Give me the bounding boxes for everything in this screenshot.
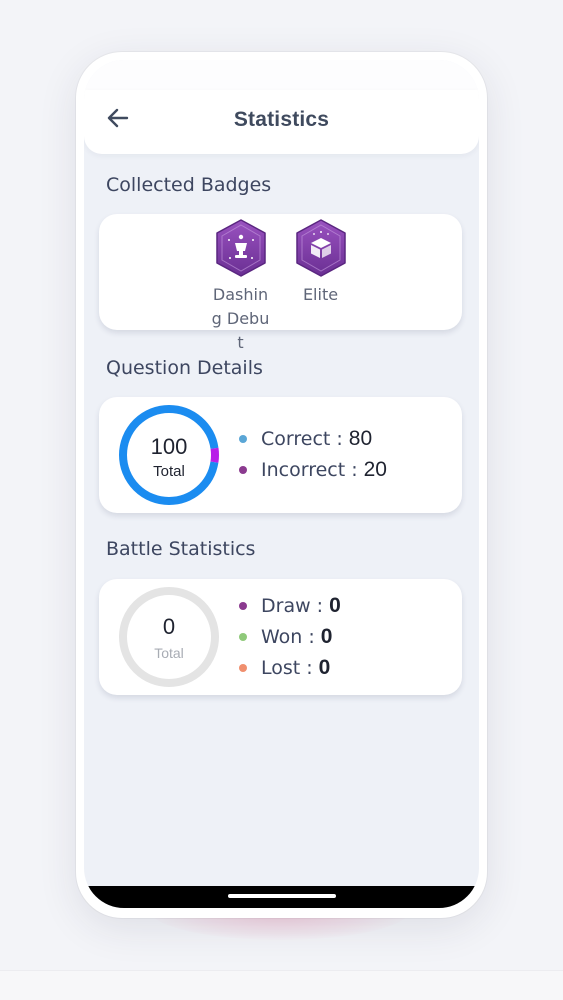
battle-donut: 0 Total: [117, 585, 221, 689]
draw-label: Draw :: [261, 594, 324, 617]
legend-draw: Draw : 0: [239, 590, 341, 621]
badges-card: Dashing Debut Elite: [99, 214, 462, 352]
correct-value: 80: [348, 426, 373, 450]
phone-frame: Statistics Collected Badges Dashing Debu…: [76, 52, 487, 918]
badges-list: Dashing Debut Elite: [99, 218, 462, 355]
legend-incorrect: Incorrect : 20: [239, 454, 387, 485]
trophy-hexagon-icon: [213, 218, 269, 278]
badge-dashing-debut[interactable]: Dashing Debut: [210, 218, 272, 355]
draw-value: 0: [329, 593, 341, 617]
correct-label: Correct :: [261, 427, 343, 450]
home-indicator[interactable]: [227, 894, 336, 898]
correct-dot: [239, 434, 247, 443]
elite-box-hexagon-icon: [293, 218, 349, 278]
legend-lost: Lost : 0: [239, 652, 341, 683]
incorrect-dot: [239, 465, 247, 474]
app-screen: Statistics Collected Badges Dashing Debu…: [84, 60, 479, 908]
legend-correct: Correct : 80: [239, 423, 387, 454]
questions-legend: Correct : 80 Incorrect : 20: [239, 423, 387, 485]
lost-label: Lost :: [261, 656, 313, 679]
lost-value: 0: [318, 655, 331, 679]
battle-total-value: 0: [162, 614, 176, 639]
page-title: Statistics: [233, 108, 330, 131]
lost-dot: [239, 663, 247, 672]
battle-statistics-card: 0 Total Draw : 0 Won : 0 Lost : 0: [99, 579, 462, 695]
badge-label: Elite: [302, 285, 339, 304]
battle-legend: Draw : 0 Won : 0 Lost : 0: [239, 590, 341, 683]
page-footer-strip: [0, 970, 563, 1000]
questions-total-label: Total: [153, 463, 185, 480]
won-label: Won :: [261, 625, 315, 648]
legend-won: Won : 0: [239, 621, 341, 652]
badges-section-title: Collected Badges: [106, 174, 272, 196]
incorrect-value: 20: [363, 457, 387, 481]
incorrect-label: Incorrect :: [261, 458, 358, 481]
draw-dot: [239, 601, 247, 610]
battle-total-label: Total: [154, 645, 184, 661]
app-bar: Statistics: [84, 90, 479, 154]
question-section-title: Question Details: [106, 357, 263, 379]
questions-donut: 100 Total: [117, 403, 221, 507]
won-dot: [239, 632, 247, 641]
questions-total-value: 100: [150, 434, 188, 459]
won-value: 0: [320, 624, 333, 648]
badge-label: Dashing Debut: [211, 285, 270, 352]
battle-section-title: Battle Statistics: [106, 538, 256, 560]
badge-elite[interactable]: Elite: [290, 218, 352, 355]
system-nav-bar: [84, 886, 479, 908]
question-details-card: 100 Total Correct : 80 Incorrect : 20: [99, 397, 462, 513]
